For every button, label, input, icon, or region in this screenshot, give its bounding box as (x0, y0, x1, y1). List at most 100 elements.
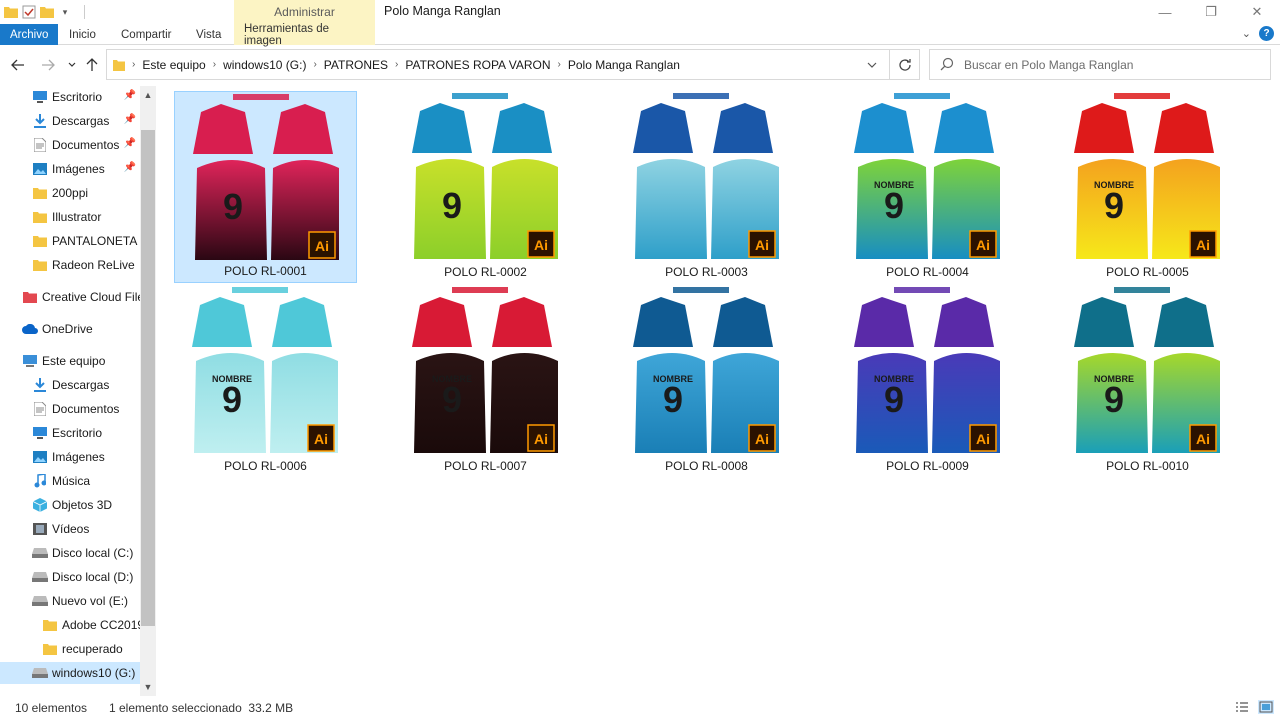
properties-icon[interactable] (22, 5, 36, 19)
scroll-up-icon[interactable]: ▲ (140, 88, 156, 102)
crumb-polo-manga-ranglan[interactable]: Polo Manga Ranglan (564, 58, 684, 72)
sidebar-item[interactable]: windows10 (G:) (0, 662, 140, 684)
sidebar-scrollbar[interactable]: ▲ ▼ (140, 86, 156, 696)
file-explorer-window: ▾ Administrar Polo Manga Ranglan — ❐ ✕ A… (0, 0, 1280, 720)
sidebar-item[interactable]: Documentos 📌 (0, 134, 140, 156)
file-tile[interactable]: NOMBRE 9 Ai POLO RL-0004 (836, 91, 1019, 283)
file-tile[interactable]: NOMBRE 9 Ai POLO RL-0008 (615, 285, 798, 477)
sidebar-item[interactable]: OneDrive (0, 318, 140, 340)
drive-icon (32, 665, 48, 681)
sidebar-item[interactable]: Música (0, 470, 140, 492)
sidebar-item-label: windows10 (G:) (52, 666, 136, 680)
sidebar-item[interactable]: Objetos 3D (0, 494, 140, 516)
tab-compartir[interactable]: Compartir (111, 24, 181, 45)
crumb-windows10[interactable]: windows10 (G:) (219, 58, 310, 72)
sidebar-item[interactable]: Radeon ReLive (0, 254, 140, 276)
sidebar-item-label: Descargas (52, 114, 110, 128)
file-tile[interactable]: NOMBRE 9 Ai POLO RL-0007 (394, 285, 577, 477)
address-dropdown-icon[interactable] (861, 50, 883, 79)
crumb-patrones-ropa-varon[interactable]: PATRONES ROPA VARON (401, 58, 554, 72)
refresh-icon[interactable] (889, 50, 919, 79)
sidebar-item[interactable]: recuperado (0, 638, 140, 660)
chevron-right-icon[interactable]: › (310, 59, 319, 70)
sidebar-item[interactable]: Imágenes 📌 (0, 158, 140, 180)
pattern-thumbnail: NOMBRE9 Ai (192, 287, 338, 453)
sidebar-item[interactable]: Adobe CC2019 (0, 614, 140, 636)
desktop-icon (32, 425, 48, 441)
svg-text:Ai: Ai (976, 431, 990, 447)
file-name: POLO RL-0004 (886, 265, 969, 279)
scroll-down-icon[interactable]: ▼ (140, 680, 156, 694)
sidebar-item-label: Documentos (52, 138, 120, 152)
chevron-right-icon[interactable]: › (129, 59, 138, 70)
pin-icon: 📌 (123, 114, 136, 125)
sidebar-item[interactable]: Disco local (D:) (0, 566, 140, 588)
file-tile[interactable]: 9 Ai POLO RL-0002 (394, 91, 577, 283)
large-icons-view-icon[interactable] (1258, 700, 1274, 714)
sidebar-item[interactable]: Documentos (0, 398, 140, 420)
file-tile[interactable]: Ai POLO RL-0003 (615, 91, 798, 283)
customize-qat-icon[interactable]: ▾ (58, 5, 72, 19)
sidebar-item[interactable]: 200ppi (0, 182, 140, 204)
sidebar-item[interactable]: Descargas 📌 (0, 110, 140, 132)
forward-arrow-icon[interactable] (38, 55, 58, 75)
sidebar-item[interactable]: Vídeos (0, 518, 140, 540)
svg-text:Ai: Ai (1196, 237, 1210, 253)
sidebar-item[interactable]: Creative Cloud File (0, 286, 140, 308)
up-arrow-icon[interactable] (82, 55, 102, 75)
sidebar-item-label: Este equipo (42, 354, 106, 368)
chevron-right-icon[interactable]: › (210, 59, 219, 70)
file-name: POLO RL-0001 (224, 264, 307, 278)
maximize-button[interactable]: ❐ (1188, 0, 1234, 24)
file-name: POLO RL-0009 (886, 459, 969, 473)
chevron-right-icon[interactable]: › (392, 59, 401, 70)
svg-text:Ai: Ai (315, 238, 329, 254)
search-box[interactable] (929, 49, 1271, 80)
video-icon (32, 521, 48, 537)
sidebar-item[interactable]: Escritorio (0, 422, 140, 444)
minimize-button[interactable]: — (1142, 0, 1188, 24)
sidebar-item[interactable]: PANTALONETA M (0, 230, 140, 252)
file-name: POLO RL-0006 (224, 459, 307, 473)
pattern-thumbnail: 9 Ai (193, 94, 339, 260)
sidebar-item[interactable]: Imágenes (0, 446, 140, 468)
new-folder-icon[interactable] (40, 5, 54, 19)
back-arrow-icon[interactable] (8, 55, 28, 75)
tab-vista[interactable]: Vista (186, 24, 231, 45)
expand-ribbon-icon[interactable]: ⌄ (1242, 27, 1251, 40)
recent-locations-icon[interactable] (62, 55, 82, 75)
file-tile[interactable]: NOMBRE 9 Ai POLO RL-0010 (1056, 285, 1239, 477)
crumb-patrones[interactable]: PATRONES (320, 58, 392, 72)
address-bar[interactable]: › Este equipo › windows10 (G:) › PATRONE… (106, 49, 920, 80)
close-button[interactable]: ✕ (1234, 0, 1280, 24)
file-name: POLO RL-0003 (665, 265, 748, 279)
file-tile[interactable]: NOMBRE 9 Ai POLO RL-0005 (1056, 91, 1239, 283)
tab-herramientas-de-imagen[interactable]: Herramientas de imagen (234, 23, 375, 47)
sidebar-item[interactable]: Descargas (0, 374, 140, 396)
scrollbar-thumb[interactable] (141, 130, 155, 626)
details-view-icon[interactable] (1234, 700, 1250, 714)
document-icon (32, 401, 48, 417)
music-icon (32, 473, 48, 489)
sidebar-item-label: Escritorio (52, 426, 103, 440)
tab-inicio[interactable]: Inicio (59, 24, 106, 45)
sidebar-item-label: Nuevo vol (E:) (52, 594, 129, 608)
sidebar-item[interactable]: Este equipo (0, 350, 140, 372)
crumb-este-equipo[interactable]: Este equipo (138, 58, 209, 72)
svg-text:Ai: Ai (314, 431, 328, 447)
file-tile[interactable]: NOMBRE 9 Ai POLO RL-0009 (836, 285, 1019, 477)
file-tile[interactable]: NOMBRE 9 Ai POLO RL-0006 (174, 285, 357, 477)
title-bar: ▾ Administrar Polo Manga Ranglan — ❐ ✕ (0, 0, 1280, 24)
search-input[interactable] (964, 55, 1254, 75)
sidebar-item[interactable]: Disco local (C:) (0, 542, 140, 564)
drive-icon (32, 593, 48, 609)
sidebar-item[interactable]: Escritorio 📌 (0, 86, 140, 108)
chevron-right-icon[interactable]: › (555, 59, 564, 70)
file-tile[interactable]: 9 Ai POLO RL-0001 (174, 91, 357, 283)
status-bar: 10 elementos 1 elemento seleccionado 33.… (0, 696, 1280, 720)
quick-access-toolbar: ▾ (0, 2, 85, 22)
sidebar-item[interactable]: Illustrator (0, 206, 140, 228)
sidebar-item[interactable]: Nuevo vol (E:) (0, 590, 140, 612)
help-icon[interactable]: ? (1259, 26, 1274, 41)
tab-archivo[interactable]: Archivo (0, 24, 59, 45)
